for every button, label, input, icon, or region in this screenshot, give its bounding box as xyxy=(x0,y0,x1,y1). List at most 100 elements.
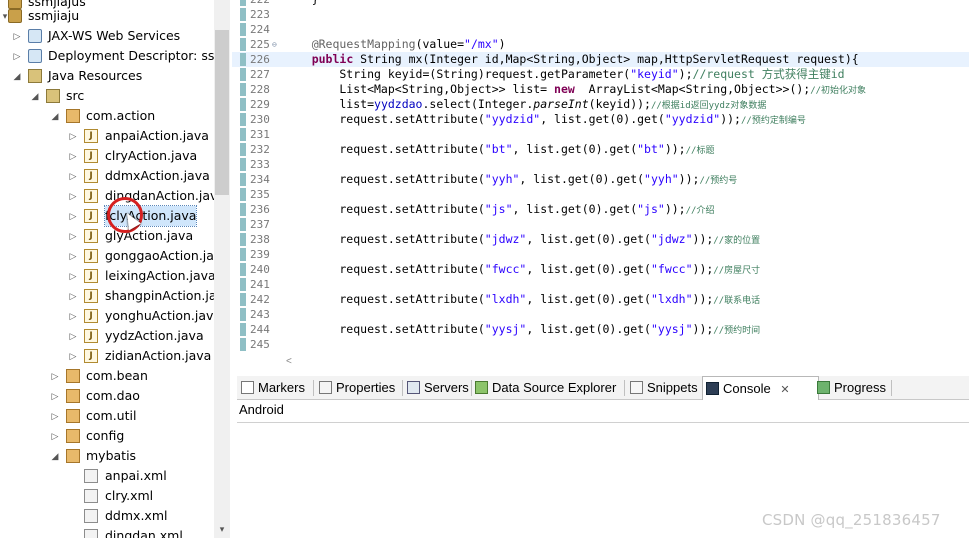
tree-item-label: JAX-WS Web Services xyxy=(48,28,181,43)
close-tab-icon[interactable]: ✕ xyxy=(780,384,789,396)
change-marker xyxy=(240,83,246,96)
tab-progress[interactable]: Progress xyxy=(817,376,886,400)
java-file-icon: J xyxy=(84,149,98,163)
tree-item-label: clryAction.java xyxy=(105,148,198,163)
chevron-right-icon[interactable]: ▷ xyxy=(68,326,78,346)
chevron-right-icon[interactable]: ▷ xyxy=(68,266,78,286)
tab-data-source-explorer[interactable]: Data Source Explorer xyxy=(475,376,616,400)
code-line-238[interactable]: 238 request.setAttribute("jdwz", list.ge… xyxy=(232,232,969,247)
package-icon xyxy=(66,409,80,423)
chevron-right-icon[interactable]: ▷ xyxy=(12,46,22,66)
line-number: 243 xyxy=(250,308,270,321)
code-text: @RequestMapping(value="/mx") xyxy=(311,37,506,51)
java-file-icon: J xyxy=(84,309,98,323)
code-line-231[interactable]: 231 xyxy=(232,127,969,142)
web-services-icon xyxy=(28,29,42,43)
line-number: 232 xyxy=(250,143,270,156)
tree-item-label: config xyxy=(86,428,125,443)
chevron-down-icon[interactable]: ◢ xyxy=(50,446,60,466)
change-marker xyxy=(240,98,246,111)
tree-item-label: yonghuAction.java xyxy=(105,308,222,323)
chevron-right-icon[interactable]: ▷ xyxy=(12,26,22,46)
change-marker xyxy=(240,203,246,216)
chevron-right-icon[interactable]: ▷ xyxy=(50,366,60,386)
fold-collapse-icon[interactable]: ⊖ xyxy=(272,37,277,52)
editor-horizontal-scrollbar[interactable]: < xyxy=(286,355,969,369)
tab-markers[interactable]: Markers xyxy=(241,376,305,400)
tab-properties[interactable]: Properties xyxy=(319,376,395,400)
chevron-right-icon[interactable]: ▷ xyxy=(68,146,78,166)
chevron-right-icon[interactable]: ▷ xyxy=(68,126,78,146)
chevron-right-icon[interactable]: ▷ xyxy=(68,246,78,266)
chevron-right-icon[interactable]: ▷ xyxy=(68,306,78,326)
chevron-right-icon[interactable]: ▷ xyxy=(50,406,60,426)
chevron-right-icon[interactable]: ▷ xyxy=(50,386,60,406)
xml-file-icon xyxy=(84,469,98,483)
tab-snippets[interactable]: Snippets xyxy=(630,376,698,400)
change-marker xyxy=(240,173,246,186)
code-line-228[interactable]: 228 List<Map<String,Object>> list= new A… xyxy=(232,82,969,97)
code-line-234[interactable]: 234 request.setAttribute("yyh", list.get… xyxy=(232,172,969,187)
chevron-right-icon[interactable]: ▷ xyxy=(68,186,78,206)
code-line-236[interactable]: 236 request.setAttribute("js", list.get(… xyxy=(232,202,969,217)
code-line-242[interactable]: 242 request.setAttribute("lxdh", list.ge… xyxy=(232,292,969,307)
line-number: 228 xyxy=(250,83,270,96)
chevron-down-icon[interactable]: ◢ xyxy=(50,106,60,126)
code-line-240[interactable]: 240 request.setAttribute("fwcc", list.ge… xyxy=(232,262,969,277)
tree-item-label: leixingAction.java xyxy=(105,268,216,283)
line-number: 229 xyxy=(250,98,270,111)
tab-separator xyxy=(624,380,625,396)
code-line-222[interactable]: 222 } xyxy=(232,0,969,7)
chevron-right-icon[interactable]: ▷ xyxy=(50,426,60,446)
data-source-icon xyxy=(475,381,488,394)
change-marker xyxy=(240,0,246,6)
source-folder-icon xyxy=(46,89,60,103)
tab-console[interactable]: Console ✕ xyxy=(702,376,819,400)
chevron-right-icon[interactable]: ▷ xyxy=(68,286,78,306)
tab-label: Servers xyxy=(424,380,469,395)
line-number: 244 xyxy=(250,323,270,336)
scroll-down-icon[interactable]: ▾ xyxy=(214,522,230,536)
code-editor[interactable]: 222 }223224225⊖ @RequestMapping(value="/… xyxy=(232,0,969,355)
chevron-right-icon[interactable]: ▷ xyxy=(68,206,78,226)
code-line-245[interactable]: 245 xyxy=(232,337,969,352)
tab-label: Markers xyxy=(258,380,305,395)
code-line-233[interactable]: 233 xyxy=(232,157,969,172)
code-line-224[interactable]: 224 xyxy=(232,22,969,37)
change-marker xyxy=(240,263,246,276)
code-line-241[interactable]: 241 xyxy=(232,277,969,292)
java-file-icon: J xyxy=(84,129,98,143)
java-resources-icon xyxy=(28,69,42,83)
code-line-223[interactable]: 223 xyxy=(232,7,969,22)
chevron-right-icon[interactable]: ▷ xyxy=(68,226,78,246)
package-icon xyxy=(66,429,80,443)
tree-item-label: com.dao xyxy=(86,388,140,403)
code-line-225[interactable]: 225 ⊖ @RequestMapping(value="/mx") xyxy=(232,37,969,52)
code-line-244[interactable]: 244 request.setAttribute("yysj", list.ge… xyxy=(232,322,969,337)
code-line-232[interactable]: 232 request.setAttribute("bt", list.get(… xyxy=(232,142,969,157)
xml-file-icon xyxy=(84,489,98,503)
tab-separator xyxy=(313,380,314,396)
chevron-down-icon[interactable]: ◢ xyxy=(12,66,22,86)
code-line-230[interactable]: 230 request.setAttribute("yydzid", list.… xyxy=(232,112,969,127)
code-line-243[interactable]: 243 xyxy=(232,307,969,322)
java-file-icon: J xyxy=(84,189,98,203)
tree-item-label: com.bean xyxy=(86,368,148,383)
code-line-229[interactable]: 229 list=yydzdao.select(Integer.parseInt… xyxy=(232,97,969,112)
java-file-icon: J xyxy=(84,229,98,243)
code-line-239[interactable]: 239 xyxy=(232,247,969,262)
chevron-down-icon[interactable]: ◢ xyxy=(30,86,40,106)
code-line-237[interactable]: 237 xyxy=(232,217,969,232)
change-marker xyxy=(240,188,246,201)
line-number: 237 xyxy=(250,218,270,231)
chevron-right-icon[interactable]: ▷ xyxy=(68,346,78,366)
code-line-235[interactable]: 235 xyxy=(232,187,969,202)
java-file-icon: J xyxy=(84,169,98,183)
chevron-right-icon[interactable]: ▷ xyxy=(68,166,78,186)
tree-item-label: ssmjiaju xyxy=(28,8,80,23)
tree-item-label: ddmx.xml xyxy=(105,508,168,523)
code-line-226[interactable]: 226 public String mx(Integer id,Map<Stri… xyxy=(232,52,969,67)
tab-servers[interactable]: Servers xyxy=(407,376,469,400)
code-line-227[interactable]: 227 String keyid=(String)request.getPara… xyxy=(232,67,969,82)
tree-scrollbar-thumb[interactable] xyxy=(215,30,229,195)
